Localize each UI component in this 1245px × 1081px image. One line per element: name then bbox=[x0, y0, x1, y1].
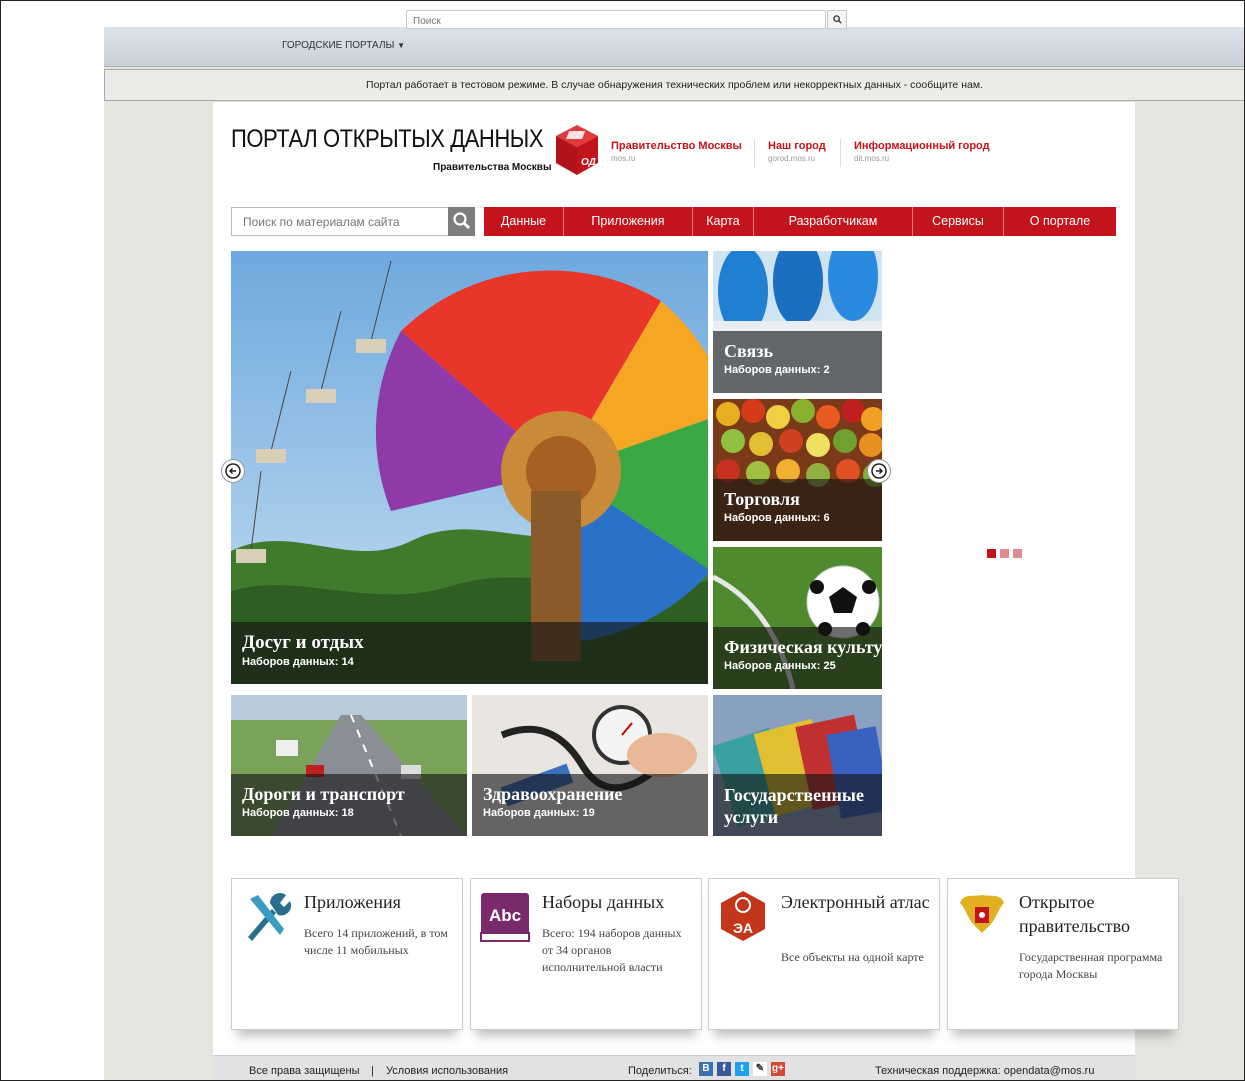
carousel-dot[interactable] bbox=[1013, 549, 1022, 558]
nav-item-services[interactable]: Сервисы bbox=[913, 207, 1004, 236]
tile-communication-name: Связь bbox=[724, 341, 773, 361]
nav-item-map[interactable]: Карта bbox=[693, 207, 754, 236]
carousel-prev-button[interactable] bbox=[221, 459, 245, 483]
twitter-share-icon[interactable]: t bbox=[735, 1062, 749, 1076]
card-datasets-desc: Всего: 194 наборов данных от 34 органов … bbox=[542, 926, 682, 974]
card-open-government-title: Открытое правительство bbox=[1019, 892, 1131, 936]
city-portals-label: ГОРОДСКИЕ ПОРТАЛЫ bbox=[282, 40, 395, 51]
link-our-city[interactable]: Наш город gorod.mos.ru bbox=[768, 140, 826, 163]
browser-frame: ГОРОДСКИЕ ПОРТАЛЫ ▼ Портал работает в те… bbox=[0, 0, 1245, 1081]
tile-health[interactable]: Здравоохранение Наборов данных: 19 bbox=[472, 695, 708, 836]
test-mode-notice: Портал работает в тестовом режиме. В слу… bbox=[104, 69, 1244, 101]
tools-icon bbox=[248, 893, 292, 941]
tile-leisure[interactable]: Досуг и отдых Наборов данных: 14 bbox=[231, 251, 708, 684]
tile-trade-count: Наборов данных: 6 bbox=[724, 512, 830, 524]
card-atlas-title: Электронный атлас bbox=[781, 892, 930, 912]
card-open-government-desc: Государственная программа города Москвы bbox=[1019, 950, 1163, 981]
leisure-image bbox=[231, 251, 708, 684]
tile-health-count: Наборов данных: 19 bbox=[483, 807, 595, 819]
nav-item-developers[interactable]: Разработчикам bbox=[754, 207, 913, 236]
card-atlas[interactable]: ЭА Электронный атлас Все объекты на одно… bbox=[708, 878, 940, 1030]
search-icon bbox=[453, 212, 471, 230]
open-data-cube-logo[interactable]: ОД bbox=[554, 123, 600, 177]
facebook-share-icon[interactable]: f bbox=[717, 1062, 731, 1076]
footer-separator: | bbox=[371, 1065, 374, 1077]
tile-leisure-name: Досуг и отдых bbox=[242, 632, 364, 653]
tile-health-name: Здравоохранение bbox=[483, 784, 623, 804]
svg-text:ОД: ОД bbox=[581, 157, 596, 168]
carousel-dot[interactable] bbox=[1000, 549, 1009, 558]
footer-rights-link[interactable]: Все права защищены bbox=[249, 1065, 359, 1077]
carousel-pagination bbox=[987, 549, 1022, 558]
atlas-icon: ЭА bbox=[721, 891, 765, 941]
tile-sports-name: Физическая культура bbox=[724, 637, 882, 657]
tile-trade-name: Торговля bbox=[724, 489, 800, 509]
card-atlas-desc: Все объекты на одной карте bbox=[781, 950, 924, 964]
site-search-button[interactable] bbox=[448, 207, 475, 236]
livejournal-share-icon[interactable]: ✎ bbox=[753, 1062, 767, 1076]
tile-sports[interactable]: Физическая культура Наборов данных: 25 bbox=[713, 547, 882, 689]
tile-trade[interactable]: Торговля Наборов данных: 6 bbox=[713, 399, 882, 541]
top-search-input[interactable] bbox=[407, 13, 807, 30]
portal-title[interactable]: ПОРТАЛ ОТКРЫТЫХ ДАННЫХ bbox=[231, 125, 544, 154]
vk-share-icon[interactable]: B bbox=[699, 1062, 713, 1076]
tile-roads-count: Наборов данных: 18 bbox=[242, 807, 354, 819]
card-applications-desc: Всего 14 приложений, в том числе 11 моби… bbox=[304, 926, 448, 957]
google-plus-share-icon[interactable]: g+ bbox=[771, 1062, 785, 1076]
tile-sports-count: Наборов данных: 25 bbox=[724, 660, 836, 672]
card-applications[interactable]: Приложения Всего 14 приложений, в том чи… bbox=[231, 878, 463, 1030]
card-datasets[interactable]: Abc Наборы данных Всего: 194 наборов дан… bbox=[470, 878, 702, 1030]
site-search-input[interactable] bbox=[232, 208, 442, 235]
tile-roads[interactable]: Дороги и транспорт Наборов данных: 18 bbox=[231, 695, 467, 836]
nav-item-apps[interactable]: Приложения bbox=[564, 207, 693, 236]
abc-book-icon: Abc bbox=[480, 893, 530, 942]
divider bbox=[754, 139, 755, 167]
coat-of-arms-icon bbox=[960, 895, 1004, 933]
tile-gov-services-name: Государственные услуги bbox=[724, 785, 864, 827]
site-search-field[interactable] bbox=[231, 207, 449, 236]
card-applications-title: Приложения bbox=[304, 892, 401, 912]
svg-text:Abc: Abc bbox=[489, 906, 521, 925]
footer-terms-link[interactable]: Условия использования bbox=[386, 1065, 508, 1077]
top-bar: ГОРОДСКИЕ ПОРТАЛЫ ▼ bbox=[104, 27, 1244, 67]
divider bbox=[840, 139, 841, 167]
portal-subtitle: Правительства Москвы bbox=[433, 162, 552, 173]
chevron-down-icon: ▼ bbox=[397, 41, 406, 50]
tile-communication[interactable]: Связь Наборов данных: 2 bbox=[713, 251, 882, 393]
link-government-moscow[interactable]: Правительство Москвы mos.ru bbox=[611, 140, 742, 163]
top-search-field[interactable] bbox=[406, 10, 826, 30]
carousel-next-button[interactable] bbox=[867, 459, 891, 483]
tile-gov-services[interactable]: Государственные услуги bbox=[713, 695, 882, 836]
arrow-right-icon bbox=[871, 463, 887, 479]
carousel-dot[interactable] bbox=[987, 549, 996, 558]
top-search-button[interactable] bbox=[827, 10, 847, 29]
city-portals-dropdown[interactable]: ГОРОДСКИЕ ПОРТАЛЫ ▼ bbox=[282, 40, 405, 51]
tile-communication-count: Наборов данных: 2 bbox=[724, 364, 830, 376]
footer-support[interactable]: Техническая поддержка: opendata@mos.ru bbox=[875, 1065, 1094, 1077]
main-nav: Данные Приложения Карта Разработчикам Се… bbox=[484, 207, 1116, 236]
arrow-left-icon bbox=[225, 463, 241, 479]
tile-roads-name: Дороги и транспорт bbox=[242, 784, 405, 804]
svg-text:ЭА: ЭА bbox=[733, 920, 753, 936]
card-datasets-title: Наборы данных bbox=[542, 892, 665, 912]
footer-share-label: Поделиться: bbox=[628, 1065, 692, 1077]
footer: Все права защищены | Условия использован… bbox=[213, 1055, 1135, 1080]
link-info-city[interactable]: Информационный город dit.mos.ru bbox=[854, 140, 990, 163]
card-open-government[interactable]: Открытое правительство Государственная п… bbox=[947, 878, 1179, 1030]
search-icon bbox=[832, 15, 842, 24]
nav-item-data[interactable]: Данные bbox=[484, 207, 564, 236]
tile-leisure-count: Наборов данных: 14 bbox=[242, 656, 354, 668]
nav-item-about[interactable]: О портале bbox=[1004, 207, 1116, 236]
